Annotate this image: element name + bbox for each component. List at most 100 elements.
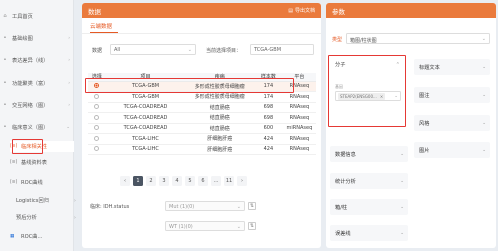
table-row[interactable]: TCGA-COADREAD 结直肠癌 698 RNAseq — [88, 102, 316, 113]
cell-platform: RNAseq — [282, 112, 316, 124]
cell-disease: 肝细胞肝癌 — [185, 144, 254, 155]
param-card-style[interactable]: 风格 ⌄ — [414, 115, 490, 131]
tab-cloud-data[interactable]: 云端数据 — [90, 22, 112, 30]
chevron-down-icon: ⌄ — [482, 92, 486, 98]
cell-samples: 424 — [254, 144, 283, 155]
dataset-filters: 数据 All ⌄ 当前选择项目： TCGA-GBM — [90, 44, 316, 56]
clinical-group1-select[interactable]: Mut (1)(0) ⌄ — [165, 201, 245, 211]
bullet-icon: • — [3, 124, 7, 130]
sidebar-item-label: 交互网络（图） — [12, 102, 49, 109]
sidebar-subitem-roc[interactable]: [≡] ROC曲线 — [10, 177, 74, 188]
page-prev-button[interactable]: ‹ — [120, 176, 130, 186]
page-button[interactable]: 6 — [198, 176, 208, 186]
page-button[interactable]: 11 — [224, 176, 234, 186]
row-radio[interactable] — [94, 104, 100, 110]
param-card-title-text[interactable]: 标题文本 ⌄ — [414, 59, 490, 75]
sidebar-subitem-prognosis[interactable]: 预后分析 › — [16, 212, 80, 223]
table-row[interactable]: TCGA-LIHC 肝细胞肝癌 424 RNAseq — [88, 144, 316, 155]
page-button[interactable]: 4 — [172, 176, 182, 186]
cell-disease: 结直肠癌 — [185, 112, 254, 124]
chevron-down-icon: ⌄ — [400, 178, 404, 184]
sidebar-subitem-label: ROC曲线 — [21, 180, 43, 186]
row-radio[interactable] — [94, 146, 100, 152]
chevron-down-icon: ⌄ — [400, 230, 404, 236]
sidebar-item-home[interactable]: ⌂ 工具首页 — [0, 10, 74, 22]
clinical-group2-value: WT (1)(0) — [169, 223, 193, 230]
param-card-legend[interactable]: 图注 ⌄ — [414, 87, 490, 103]
chevron-right-icon: › — [68, 80, 70, 86]
table-row[interactable]: TCGA-GBM 多形成性胶质母细胞瘤 174 RNAseq — [88, 91, 316, 103]
param-card-label: 误差线 — [335, 230, 351, 237]
clinical-group1-value: Mut (1)(0) — [169, 203, 195, 210]
page-button[interactable]: 2 — [146, 176, 156, 186]
row-radio[interactable] — [94, 125, 100, 131]
sidebar-item-label: 工具首页 — [12, 13, 33, 20]
sidebar: ⌂ 工具首页 • 基础绘图 › • 表达差异（线） › • 功能聚类（富） › … — [0, 0, 76, 251]
param-card-error-bar[interactable]: 误差线 ⌄ — [330, 225, 408, 241]
chevron-down-icon: ⌄ — [236, 223, 241, 230]
cell-disease: 结直肠癌 — [185, 102, 254, 113]
param-panel-title: 参数 — [332, 7, 345, 16]
swap-icon[interactable]: ⇅ — [248, 222, 256, 230]
param-card-label: 统计分析 — [335, 178, 356, 185]
page-button[interactable]: 1 — [133, 176, 143, 186]
dataset-value: All — [114, 47, 121, 53]
sidebar-item-enrichment[interactable]: • 功能聚类（富） › — [0, 77, 74, 89]
page-next-button[interactable]: › — [237, 176, 247, 186]
table-row[interactable]: TCGA-COADREAD 结直肠癌 600 miRNAseq — [88, 123, 316, 134]
cell-samples: 174 — [254, 91, 283, 103]
row-radio[interactable] — [94, 114, 100, 120]
page-button[interactable]: 3 — [159, 176, 169, 186]
cell-disease: 肝细胞肝癌 — [185, 133, 254, 145]
chevron-right-icon: › — [68, 102, 70, 108]
sidebar-subitem-logistics[interactable]: Logistics回归 › — [16, 195, 80, 206]
project-field[interactable]: TCGA-GBM — [250, 44, 314, 55]
chevron-right-icon: › — [73, 197, 76, 204]
sidebar-subitem-baseline-table[interactable]: [≡] 基线资料表 — [10, 157, 74, 168]
sidebar-item-network[interactable]: • 交互网络（图） › — [0, 99, 74, 111]
sidebar-subitem-label: Logistics回归 — [16, 198, 49, 204]
page-button[interactable]: 5 — [185, 176, 195, 186]
chevron-down-icon: ⌄ — [482, 147, 486, 153]
cell-project: TCGA-COADREAD — [105, 102, 186, 113]
chart-type-row: 类型 箱图/柱状图 ⌄ — [332, 33, 490, 45]
param-card-box-bar[interactable]: 箱/柱 ⌄ — [330, 199, 408, 215]
export-button[interactable]: ▤ 导出文档 — [288, 7, 315, 15]
bullet-icon: • — [3, 80, 7, 86]
sidebar-item-clinical[interactable]: • 临床意义（图） ⌄ — [0, 121, 74, 133]
param-card-label: 风格 — [419, 120, 430, 127]
highlight-box — [85, 78, 294, 93]
cell-platform: RNAseq — [282, 91, 316, 103]
tab-underline — [90, 32, 118, 33]
param-card-label: 箱/柱 — [335, 204, 348, 211]
chevron-down-icon: ⌄ — [187, 47, 192, 53]
table-row[interactable]: TCGA-COADREAD 结直肠癌 698 RNAseq — [88, 112, 316, 124]
param-card-image[interactable]: 图片 ⌄ — [414, 142, 490, 158]
param-card-label: 图注 — [419, 92, 430, 99]
param-panel-header: 参数 — [326, 3, 496, 18]
list-icon: [≡] — [10, 180, 18, 185]
param-card-data-info[interactable]: 数据信息 ⌄ — [330, 146, 408, 162]
chart-type-label: 类型 — [332, 37, 343, 43]
chevron-down-icon: ⌄ — [66, 124, 70, 130]
row-radio[interactable] — [94, 135, 100, 141]
data-panel-title: 数据 — [88, 7, 101, 16]
chart-type-select[interactable]: 箱图/柱状图 ⌄ — [346, 33, 490, 44]
row-radio[interactable] — [94, 93, 100, 99]
sidebar-item-expression[interactable]: • 表达差异（线） › — [0, 54, 74, 66]
param-card-label: 数据信息 — [335, 151, 356, 158]
param-card-statistics[interactable]: 统计分析 ⌄ — [330, 173, 408, 189]
project-value: TCGA-GBM — [254, 47, 282, 53]
table-row[interactable]: TCGA-LIHC 肝细胞肝癌 424 RNAseq — [88, 133, 316, 145]
chevron-down-icon: ⌄ — [400, 151, 404, 157]
bullet-icon: • — [3, 35, 7, 41]
sidebar-item-label: 临床意义（图） — [12, 124, 49, 131]
swap-icon[interactable]: ⇅ — [248, 202, 256, 210]
sidebar-subitem-roc-more[interactable]: ▦ ROC曲... — [10, 231, 74, 242]
dataset-select[interactable]: All ⌄ — [110, 44, 196, 55]
sidebar-item-basic-plot[interactable]: • 基础绘图 › — [0, 32, 74, 44]
cell-disease: 多形成性胶质母细胞瘤 — [185, 91, 254, 103]
clinical-group2-select[interactable]: WT (1)(0) ⌄ — [165, 221, 245, 231]
chevron-right-icon: › — [73, 214, 76, 221]
clinical-label: 临床: IDH.status — [90, 204, 130, 210]
